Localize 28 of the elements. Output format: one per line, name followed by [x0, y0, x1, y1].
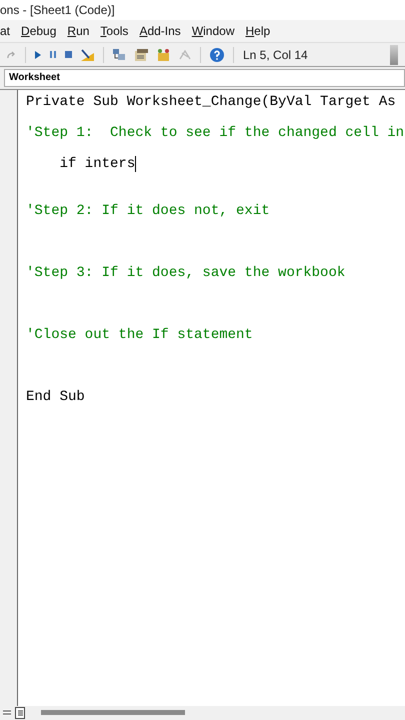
menu-item[interactable]: Window — [192, 24, 234, 38]
code-line: Private Sub Worksheet_Change(ByVal Target As — [26, 94, 396, 110]
project-explorer-icon[interactable] — [113, 48, 126, 60]
code-line: 'Close out the If statement — [26, 327, 253, 343]
window-title: ons - [Sheet1 (Code)] — [0, 0, 405, 20]
menu-item[interactable]: Debug — [21, 24, 56, 38]
run-icon[interactable] — [35, 50, 41, 58]
procedure-view-icon[interactable] — [3, 710, 11, 716]
menu-item[interactable]: Run — [67, 24, 90, 38]
object-browser-icon[interactable] — [157, 48, 170, 60]
menu-item[interactable]: Tools — [100, 24, 128, 38]
object-dropdown[interactable]: Worksheet — [4, 69, 405, 87]
toolbar-handle[interactable] — [390, 44, 398, 64]
module-view-icon[interactable] — [15, 707, 25, 719]
properties-icon[interactable] — [135, 48, 148, 60]
code-line: 'Step 3: If it does, save the workbook — [26, 265, 346, 281]
code-line: 'Step 1: Check to see if the changed cell in — [26, 125, 404, 141]
scrollbar-thumb[interactable] — [41, 710, 185, 715]
menu-item[interactable]: at — [0, 24, 10, 38]
code-line: if inters — [58, 156, 136, 172]
design-mode-icon[interactable] — [81, 48, 94, 60]
menu-item[interactable]: Add-Ins — [139, 24, 181, 38]
code-line: End Sub — [26, 389, 85, 405]
code-line: 'Step 2: If it does not, exit — [26, 203, 270, 219]
menu-item[interactable]: Help — [246, 24, 270, 38]
help-icon[interactable] — [210, 48, 224, 62]
pause-icon[interactable] — [50, 51, 56, 58]
cursor-position: Ln 5, Col 14 — [243, 48, 308, 62]
